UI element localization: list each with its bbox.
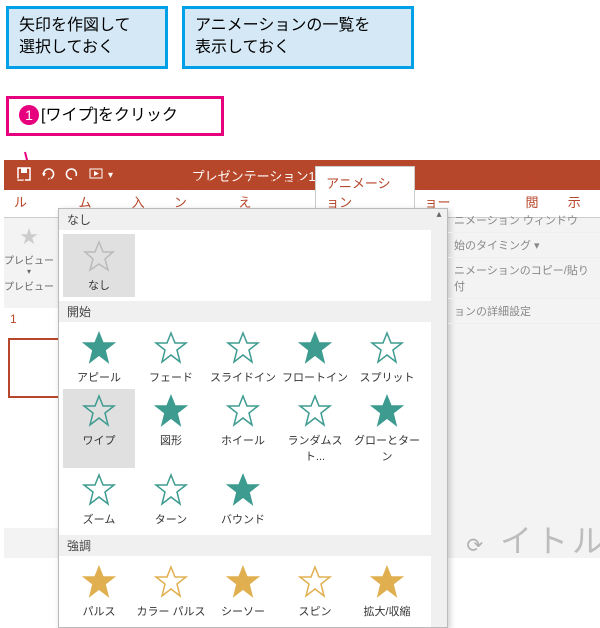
anim-none[interactable]: なし xyxy=(63,234,135,297)
anim-パルス[interactable]: パルス xyxy=(63,560,135,623)
preview-icon[interactable]: ★ xyxy=(4,224,54,250)
animation-advanced-pane: ニメーション ウィンドウ 始のタイミング ▾ ニメーションのコピー/貼り付 ョン… xyxy=(448,208,600,324)
star-icon xyxy=(297,393,333,429)
star-icon xyxy=(153,564,189,600)
anim-スピン[interactable]: スピン xyxy=(279,560,351,623)
anim-ズーム[interactable]: ズーム xyxy=(63,468,135,531)
animation-painter-btn[interactable]: ニメーションのコピー/貼り付 xyxy=(448,258,600,299)
anim-ホイール[interactable]: ホイール xyxy=(207,389,279,468)
animation-gallery-flyout: なし なし 開始 アピールフェードスライドインフロートインスプリットワイプ図形ホ… xyxy=(58,208,448,628)
anim-アピール[interactable]: アピール xyxy=(63,326,135,389)
star-icon xyxy=(297,564,333,600)
scroll-up-icon[interactable]: ▴ xyxy=(431,209,447,223)
star-icon xyxy=(225,472,261,508)
anim-フロートイン[interactable]: フロートイン xyxy=(279,326,351,389)
callout-show-anim-list: アニメーションの一覧を 表示しておく xyxy=(182,6,414,69)
callout-click-wipe: 1[ワイプ]をクリック xyxy=(6,96,224,136)
star-icon xyxy=(81,472,117,508)
star-icon xyxy=(225,330,261,366)
anim-シーソー[interactable]: シーソー xyxy=(207,560,279,623)
anim-スプリット[interactable]: スプリット xyxy=(351,326,423,389)
powerpoint-window: ▾ プレゼンテーション1 - PowerPoint ファイル ホーム 挿入 デザ… xyxy=(4,160,600,558)
anim-ランダムスト...[interactable]: ランダムスト... xyxy=(279,389,351,468)
anim-ワイプ[interactable]: ワイプ xyxy=(63,389,135,468)
anim-グローとターン[interactable]: グローとターン xyxy=(351,389,423,468)
star-icon xyxy=(81,564,117,600)
step-number-badge: 1 xyxy=(19,105,39,125)
star-icon xyxy=(225,564,261,600)
callout-draw-arrow: 矢印を作図して 選択しておく xyxy=(6,6,168,69)
preview-label: プレビュー xyxy=(4,252,54,267)
category-entrance: 開始 xyxy=(59,301,447,322)
anim-拡大/収縮[interactable]: 拡大/収縮 xyxy=(351,560,423,623)
animation-pane-btn[interactable]: ニメーション ウィンドウ xyxy=(448,208,600,233)
star-icon xyxy=(153,330,189,366)
category-emphasis: 強調 xyxy=(59,535,447,556)
preview-sublabel: プレビュー xyxy=(4,278,54,293)
star-icon xyxy=(369,330,405,366)
star-icon xyxy=(81,238,117,274)
star-icon xyxy=(81,330,117,366)
rotate-handle-icon[interactable]: ⟳ xyxy=(466,535,487,557)
anim-バウンド[interactable]: バウンド xyxy=(207,468,279,531)
star-icon xyxy=(153,472,189,508)
anim-フェード[interactable]: フェード xyxy=(135,326,207,389)
star-icon xyxy=(81,393,117,429)
star-icon xyxy=(153,393,189,429)
flyout-scrollbar[interactable]: ▴ xyxy=(431,209,447,627)
anim-カラー パルス[interactable]: カラー パルス xyxy=(135,560,207,623)
star-icon xyxy=(297,330,333,366)
slide-placeholder-text: ⟳ イトル xyxy=(466,516,600,562)
category-none: なし xyxy=(59,209,447,230)
star-icon xyxy=(225,393,261,429)
anim-ターン[interactable]: ターン xyxy=(135,468,207,531)
star-icon xyxy=(369,564,405,600)
trigger-btn[interactable]: 始のタイミング ▾ xyxy=(448,233,600,258)
anim-スライドイン[interactable]: スライドイン xyxy=(207,326,279,389)
anim-図形[interactable]: 図形 xyxy=(135,389,207,468)
advanced-animation-label: ョンの詳細設定 xyxy=(448,299,600,324)
star-icon xyxy=(369,393,405,429)
